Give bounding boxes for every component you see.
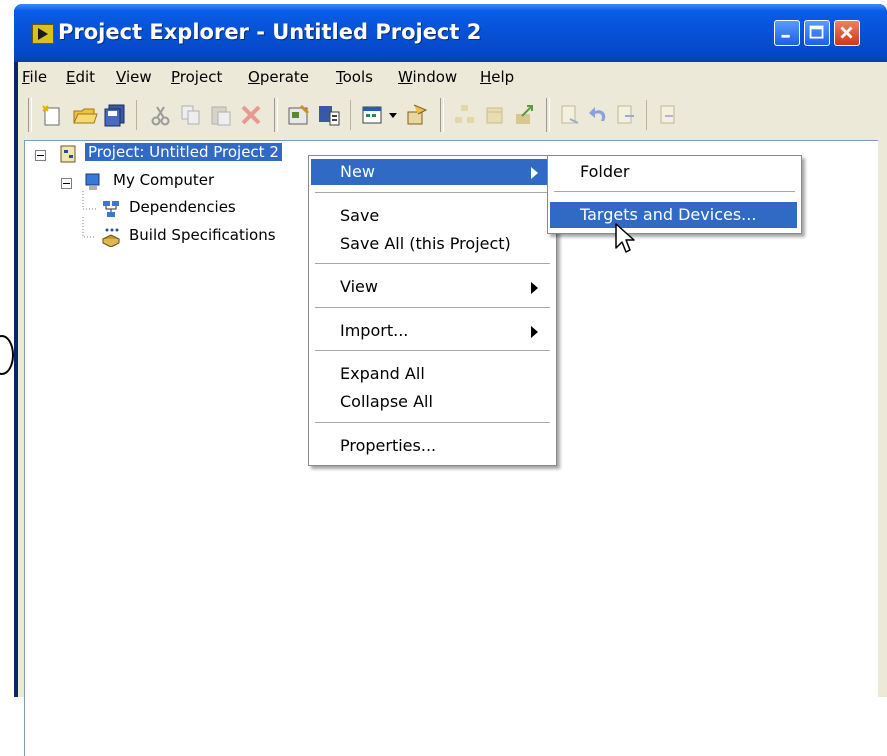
copy-icon[interactable] <box>178 102 204 128</box>
minimize-icon <box>781 34 790 38</box>
toolbar-separator-3 <box>646 100 647 130</box>
menu-item-save-all[interactable]: Save All (this Project) <box>311 231 552 257</box>
view-grid-icon[interactable] <box>360 102 386 128</box>
menu-window[interactable]: Window <box>398 68 457 86</box>
maximize-icon <box>809 25 824 39</box>
close-button[interactable] <box>834 20 860 46</box>
target-properties-icon[interactable] <box>404 102 430 128</box>
delete-icon[interactable] <box>238 102 264 128</box>
tree-row-build-specifications[interactable]: Build Specifications <box>25 217 345 251</box>
submenu-arrow-icon <box>531 326 538 338</box>
project-icon <box>60 145 76 163</box>
menu-separator <box>315 350 550 351</box>
tree-connector <box>82 217 96 238</box>
submenu-arrow-icon <box>531 282 538 294</box>
cut-icon[interactable] <box>148 102 174 128</box>
submenu-item-targets-and-devices[interactable]: Targets and Devices... <box>550 202 797 228</box>
menu-view[interactable]: View <box>116 68 152 86</box>
menu-separator <box>315 307 550 308</box>
menu-separator <box>315 192 550 193</box>
dependencies-icon <box>103 201 119 217</box>
toolbar <box>18 90 887 138</box>
build-icon[interactable] <box>286 102 312 128</box>
toolbar-separator-2 <box>350 100 351 130</box>
menu-item-properties[interactable]: Properties... <box>311 433 552 459</box>
menu-item-expand-all[interactable]: Expand All <box>311 361 552 387</box>
save-project-icon[interactable] <box>316 102 342 128</box>
maximize-button[interactable] <box>804 20 830 46</box>
build-specifications-label[interactable]: Build Specifications <box>129 226 276 244</box>
find-icon[interactable] <box>558 102 584 128</box>
menu-operate[interactable]: Operate <box>248 68 309 86</box>
collapse-icon[interactable] <box>35 150 46 161</box>
menu-tools[interactable]: Tools <box>336 68 373 86</box>
export-icon[interactable] <box>512 102 538 128</box>
undo-icon[interactable] <box>586 102 612 128</box>
toolbar-grip-4[interactable] <box>546 98 550 132</box>
open-folder-icon[interactable] <box>72 102 98 128</box>
save-all-icon[interactable] <box>102 102 128 128</box>
paste-icon[interactable] <box>208 102 234 128</box>
menu-separator <box>315 422 550 423</box>
package-icon[interactable] <box>482 102 508 128</box>
submenu-item-folder[interactable]: Folder <box>550 159 797 185</box>
computer-icon <box>85 173 100 190</box>
my-computer-label[interactable]: My Computer <box>113 171 214 189</box>
project-root-label[interactable]: Project: Untitled Project 2 <box>85 143 282 161</box>
toolbar-grip[interactable] <box>28 98 32 132</box>
menu-item-view[interactable]: View <box>311 274 552 300</box>
dropdown-arrow-icon[interactable] <box>386 102 400 128</box>
tree-row-project[interactable]: Project: Untitled Project 2 <box>25 141 345 167</box>
redo-icon[interactable] <box>614 102 640 128</box>
toolbar-grip-3[interactable] <box>440 98 444 132</box>
submenu-arrow-icon <box>531 167 538 179</box>
menu-bar: File Edit View Project Operate Tools Win… <box>18 62 887 90</box>
labview-app-icon <box>32 24 54 44</box>
mouse-pointer-icon <box>615 223 635 253</box>
toolbar-grip-2[interactable] <box>274 98 278 132</box>
new-file-icon[interactable] <box>40 102 66 128</box>
hierarchy-icon[interactable] <box>452 102 478 128</box>
window-title: Project Explorer - Untitled Project 2 <box>58 20 482 44</box>
menu-separator <box>554 191 795 192</box>
menu-item-save[interactable]: Save <box>311 203 552 229</box>
menu-project[interactable]: Project <box>171 68 222 86</box>
toolbar-separator <box>136 100 137 130</box>
build-specifications-icon <box>101 228 121 247</box>
menu-separator <box>315 263 550 264</box>
menu-edit[interactable]: Edit <box>66 68 95 86</box>
title-bar[interactable]: Project Explorer - Untitled Project 2 <box>14 4 887 62</box>
collapse-icon[interactable] <box>61 178 72 189</box>
new-submenu: Folder Targets and Devices... <box>547 155 802 234</box>
menu-item-import[interactable]: Import... <box>311 318 552 344</box>
menu-item-collapse-all[interactable]: Collapse All <box>311 389 552 415</box>
context-menu: New Save Save All (this Project) View Im… <box>308 155 557 466</box>
dependencies-label[interactable]: Dependencies <box>129 198 236 216</box>
tree-row-dependencies[interactable]: Dependencies <box>25 191 325 223</box>
document-icon[interactable] <box>656 102 682 128</box>
partial-circle-decoration <box>0 335 14 375</box>
close-icon <box>840 26 853 39</box>
menu-help[interactable]: Help <box>480 68 514 86</box>
tree-row-my-computer[interactable]: My Computer <box>25 169 325 195</box>
menu-file[interactable]: File <box>22 68 47 86</box>
minimize-button[interactable] <box>774 20 800 46</box>
menu-item-new[interactable]: New <box>311 159 552 185</box>
